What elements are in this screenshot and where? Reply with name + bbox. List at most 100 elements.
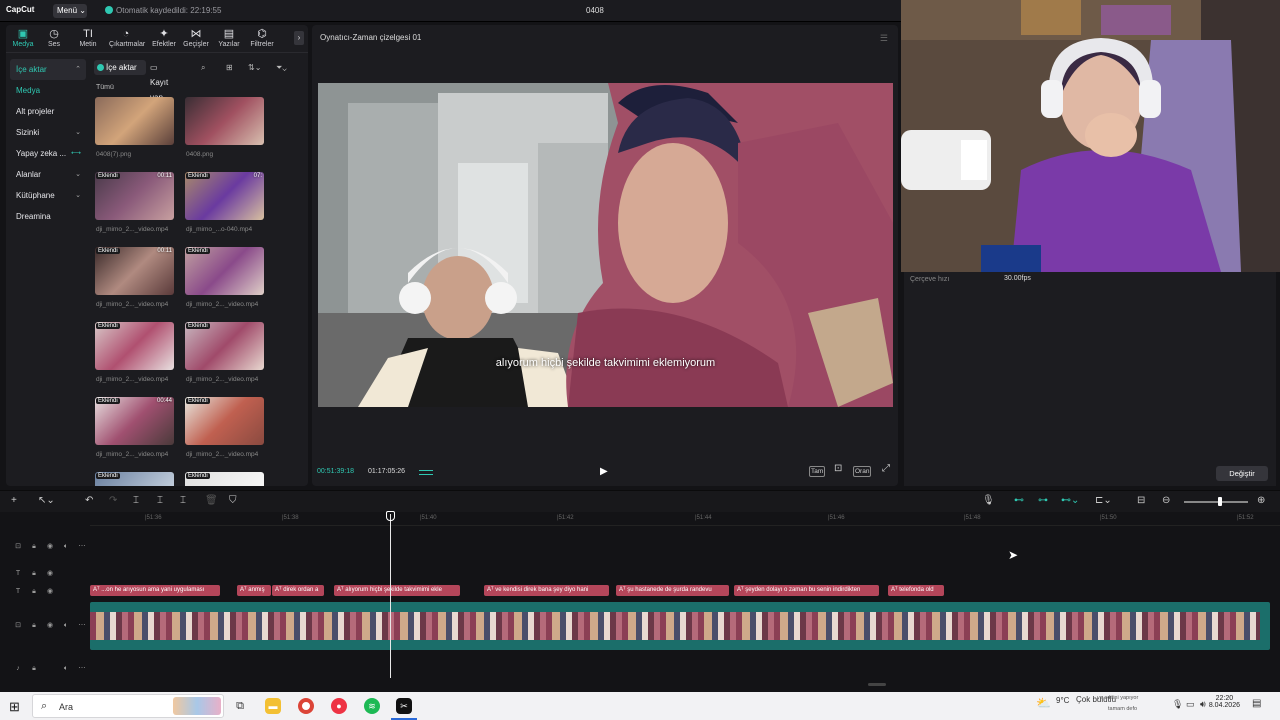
trim-left-icon[interactable]: ⌶	[157, 495, 163, 506]
media-thumbnail[interactable]	[185, 97, 264, 145]
zoom-in-icon[interactable]: ⊕	[1257, 495, 1265, 506]
sidebar-item-library[interactable]: Kütüphane ⌄	[10, 185, 86, 206]
media-thumbnail[interactable]: Eklendi 07:	[185, 172, 264, 220]
lock-icon[interactable]: 🔒︎	[26, 543, 42, 551]
tab-transitions[interactable]: ⋈ Geçişler	[179, 27, 213, 48]
aspect-ratio-label[interactable]: Oran	[853, 466, 872, 477]
sidebar-item-spaces[interactable]: Alanlar ⌄	[10, 164, 86, 185]
obs-icon[interactable]: ●	[331, 698, 347, 714]
menu-icon[interactable]: ☰	[880, 33, 888, 44]
trim-right-icon[interactable]: ⌶	[180, 495, 186, 506]
caption-clip[interactable]: Aᵀ direk ordan a	[272, 585, 324, 596]
speaker-icon[interactable]: 🔈︎	[58, 665, 74, 673]
play-icon[interactable]: ▶	[600, 466, 608, 477]
caption-clip[interactable]: Aᵀ anmış	[237, 585, 271, 596]
notification-icon[interactable]: ▤	[1252, 698, 1261, 709]
tab-media[interactable]: ▣ Medya	[6, 27, 40, 48]
add-track-icon[interactable]: +	[11, 495, 17, 506]
media-thumbnail[interactable]: Eklendi	[185, 472, 264, 486]
more-icon[interactable]: ⋯	[74, 542, 90, 550]
taskbar-clock[interactable]: 22:20 8.04.2026	[1209, 695, 1240, 709]
lock-icon[interactable]: 🔒︎	[26, 588, 42, 596]
tab-filters[interactable]: ⌬ Filtreler	[245, 27, 279, 48]
network-icon[interactable]: ▭	[1186, 699, 1195, 710]
tab-captions[interactable]: ▤ Yazılar	[212, 27, 246, 48]
eye-icon[interactable]: ◉	[42, 621, 58, 629]
speaker-icon[interactable]: 🔈︎	[58, 543, 74, 551]
grid-view-icon[interactable]: ⊞	[226, 60, 233, 75]
tab-audio[interactable]: ◷ Ses	[37, 27, 71, 48]
tab-effects[interactable]: ✦ Efektler	[147, 27, 181, 48]
weather-icon[interactable]: ⛅	[1036, 696, 1051, 710]
filter-icon[interactable]: ⏷⌄	[276, 60, 287, 75]
delete-icon[interactable]: 🗑	[205, 495, 218, 506]
record-button[interactable]: ▭ Kayıt yap	[150, 60, 168, 102]
caption-clip[interactable]: Aᵀ ve kendisi direk bana şey diyo hani	[484, 585, 609, 596]
tab-stickers[interactable]: ◔ Çıkartmalar	[109, 27, 145, 48]
magnet-icon[interactable]: ⊶	[1038, 495, 1048, 506]
file-explorer-icon[interactable]: ▬	[265, 698, 281, 714]
caption-clip[interactable]: Aᵀ alıyorum hiçbi şekilde takvimimi ekle	[334, 585, 460, 596]
timeline-ruler[interactable]: |51:36 |51:38 |51:40 |51:42 |51:44 |51:4…	[90, 512, 1280, 526]
sidebar-item-dreamina[interactable]: Dreamina	[10, 206, 86, 227]
zoom-slider[interactable]	[1184, 501, 1248, 503]
speaker-icon[interactable]: 🔈︎	[58, 622, 74, 630]
eye-icon[interactable]: ◉	[42, 542, 58, 550]
caption-clip[interactable]: Aᵀ ...on he arıyosun ama yani uygulaması	[90, 585, 220, 596]
sidebar-item-subprojects[interactable]: Alt projeler	[10, 101, 86, 122]
tab-text[interactable]: TI Metin	[71, 27, 105, 48]
sidebar-item-ai[interactable]: Yapay zeka ... ⟷	[10, 143, 86, 164]
snap-icon[interactable]: ⊷⌄	[1061, 495, 1079, 506]
media-thumbnail[interactable]: Eklendi 00:44	[95, 397, 174, 445]
media-thumbnail[interactable]: Eklendi	[185, 322, 264, 370]
captions-track-icon[interactable]: ⊟	[1137, 495, 1145, 506]
expand-icon[interactable]: ⤢	[882, 463, 890, 474]
microphone-icon[interactable]: 🎙	[982, 495, 995, 506]
task-view-icon[interactable]: ⧉	[232, 698, 248, 714]
lock-icon[interactable]: 🔒︎	[26, 570, 42, 578]
more-icon[interactable]: ⋯	[74, 621, 90, 629]
redo-icon[interactable]: ↷	[109, 495, 117, 506]
fullscreen-mode-label[interactable]: Tam	[809, 466, 826, 477]
video-preview[interactable]: alıyorum hiçbi şekilde takvimimi eklemiy…	[318, 83, 893, 407]
more-icon[interactable]: ⋯	[74, 664, 90, 672]
sidebar-item-yours[interactable]: Sizinki ⌄	[10, 122, 86, 143]
eye-icon[interactable]: ◉	[42, 569, 58, 577]
lock-icon[interactable]: 🔒︎	[26, 665, 42, 673]
menu-button[interactable]: Menü ⌄	[53, 4, 87, 18]
caption-clip[interactable]: Aᵀ telefonda old	[888, 585, 944, 596]
media-thumbnail[interactable]: Eklendi 00:11	[95, 172, 174, 220]
media-thumbnail[interactable]	[95, 97, 174, 145]
media-thumbnail[interactable]: Eklendi	[185, 247, 264, 295]
shield-icon[interactable]: ⛉	[229, 495, 237, 506]
playhead-handle[interactable]	[386, 511, 395, 521]
select-tool-icon[interactable]: ↖⌄	[38, 495, 55, 506]
sidebar-item-media[interactable]: Medya	[10, 80, 86, 101]
zoom-slider-handle[interactable]	[1218, 497, 1222, 506]
eye-icon[interactable]: ◉	[42, 587, 58, 595]
media-thumbnail[interactable]: Eklendi	[95, 322, 174, 370]
split-icon[interactable]: ⌶	[133, 495, 139, 506]
capcut-taskbar-icon[interactable]: ✂	[396, 698, 412, 714]
caption-clip[interactable]: Aᵀ şu hastanede de şurda randevu	[616, 585, 729, 596]
search-icon[interactable]: ⌕	[201, 60, 205, 75]
snapshot-icon[interactable]: ⊡	[834, 463, 842, 474]
microphone-tray-icon[interactable]: 🎙	[1172, 699, 1183, 710]
caption-clip[interactable]: Aᵀ şeyden dolayı o zaman bu senin indird…	[734, 585, 879, 596]
timeline-scrollbar[interactable]	[868, 683, 886, 686]
media-thumbnail[interactable]: Eklendi	[95, 472, 174, 486]
tabs-scroll-right-icon[interactable]: ›	[294, 31, 304, 45]
sort-icon[interactable]: ⇅⌄	[248, 60, 261, 75]
lock-icon[interactable]: 🔒︎	[26, 622, 42, 630]
volume-icon[interactable]: 🔊︎	[1200, 699, 1206, 710]
windows-start-icon[interactable]: ⊞	[9, 699, 20, 715]
spotify-icon[interactable]: ≋	[364, 698, 380, 714]
change-button[interactable]: Değiştir	[1216, 466, 1268, 481]
undo-icon[interactable]: ↶	[85, 495, 93, 506]
zoom-out-icon[interactable]: ⊖	[1162, 495, 1170, 506]
chrome-icon[interactable]	[298, 698, 314, 714]
playhead-line[interactable]	[390, 514, 391, 678]
taskbar-search[interactable]: ⌕ Ara	[32, 694, 224, 718]
link-main-track-icon[interactable]: ⊷	[1014, 495, 1024, 506]
main-video-clip[interactable]	[90, 602, 1270, 650]
